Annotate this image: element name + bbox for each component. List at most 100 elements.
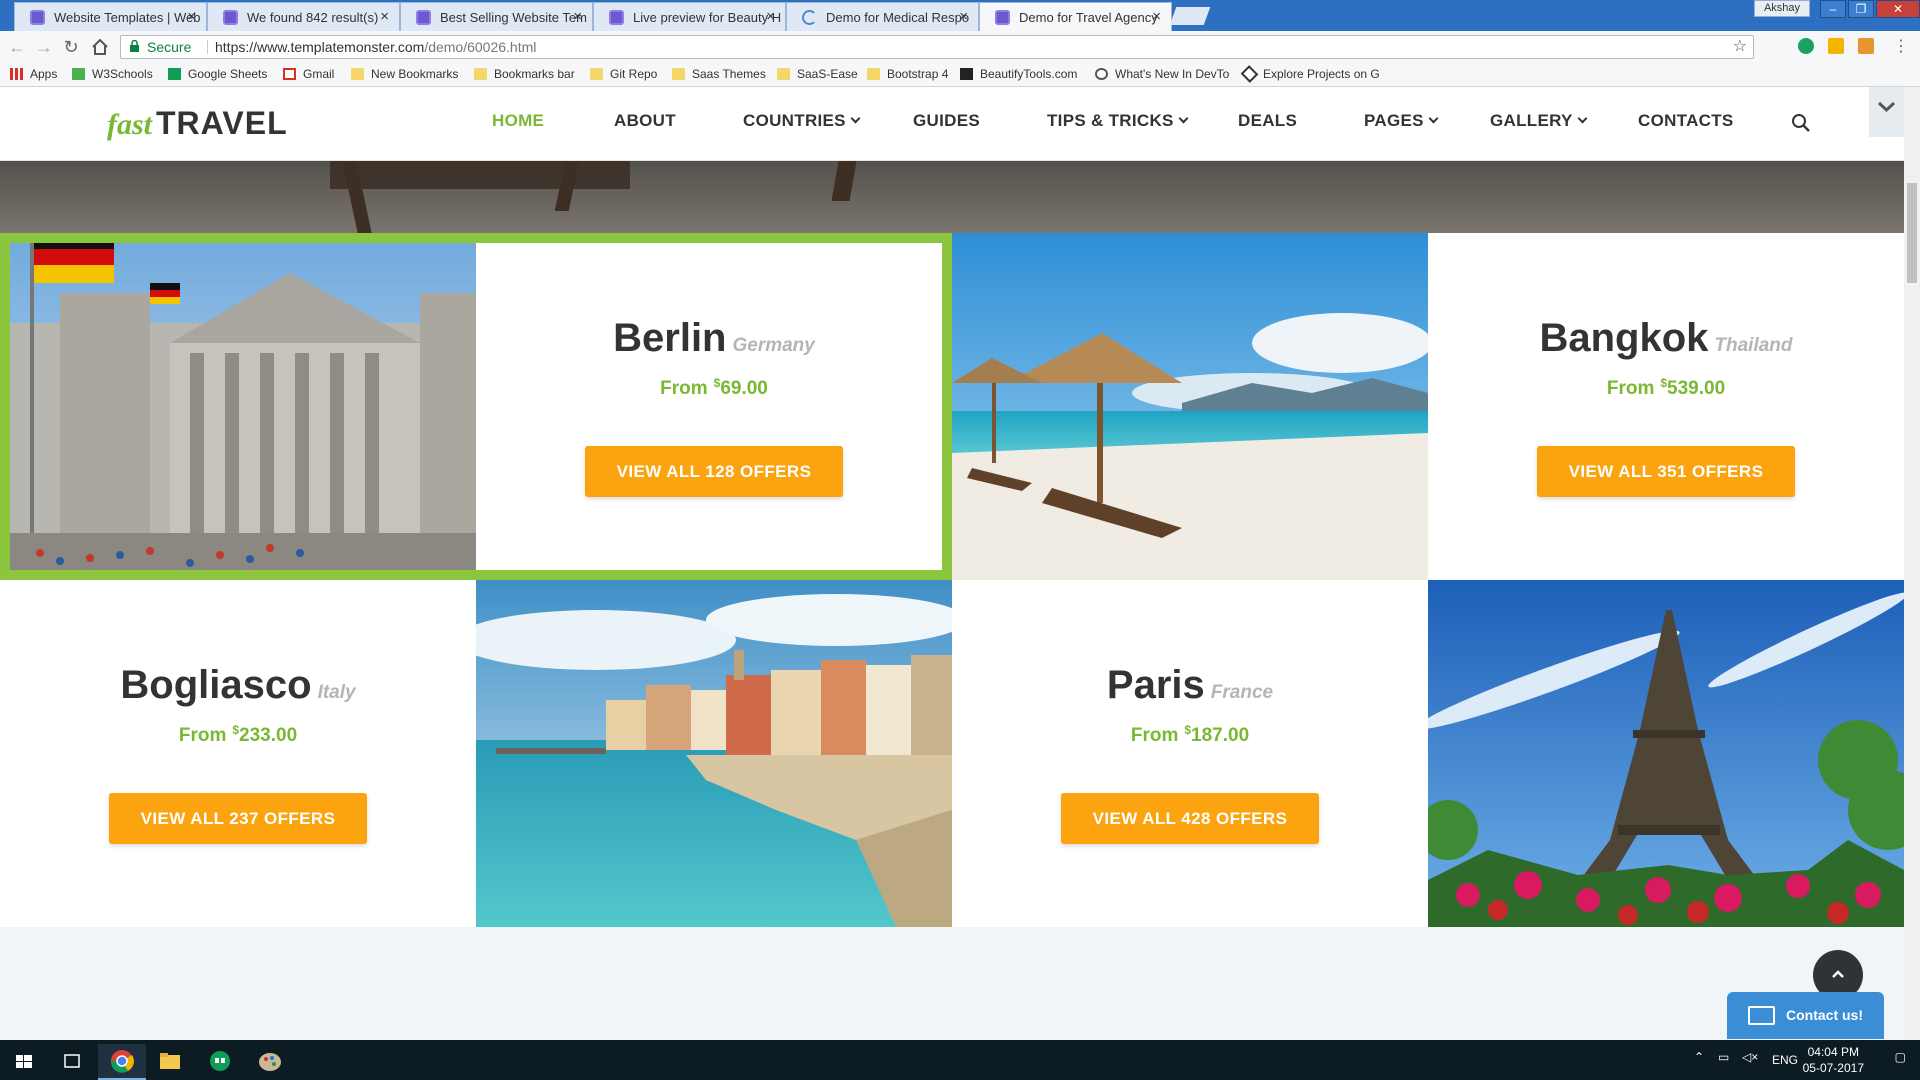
extension-star-icon[interactable] [1828, 38, 1844, 54]
volume-icon[interactable]: ◁× [1742, 1050, 1758, 1064]
windows-start-icon[interactable] [0, 1044, 48, 1080]
paint-app-icon[interactable] [246, 1044, 294, 1080]
clock[interactable]: 04:04 PM 05-07-2017 [1803, 1044, 1864, 1076]
beach-umbrellas-photo[interactable] [952, 233, 1428, 580]
task-view-icon[interactable] [48, 1044, 96, 1080]
nav-deals[interactable]: DEALS [1238, 111, 1297, 131]
network-icon[interactable]: ▭ [1718, 1050, 1729, 1064]
search-icon[interactable] [1790, 112, 1812, 134]
bookmark-codepen[interactable]: Explore Projects on G [1240, 65, 1380, 83]
city-name[interactable]: Bangkok [1539, 316, 1708, 360]
bookmark-folder[interactable]: Bootstrap 4 [867, 67, 948, 81]
close-tab-icon[interactable]: × [1152, 8, 1161, 25]
browser-tab[interactable]: Best Selling Website Tem × [400, 2, 593, 31]
bookmark-star-icon[interactable]: ☆ [1733, 36, 1747, 58]
extension-tool-icon[interactable] [1858, 38, 1874, 54]
bookmarks-bar: Apps W3Schools Google Sheets Gmail New B… [0, 62, 1920, 87]
destination-price: From $539.00 [1606, 376, 1726, 399]
folder-icon [351, 68, 364, 80]
destination-price: From $69.00 [660, 376, 768, 399]
bookmark-w3schools[interactable]: W3Schools [72, 67, 153, 81]
view-offers-button[interactable]: VIEW ALL 428 OFFERS [1061, 793, 1319, 844]
notifications-icon[interactable]: ▢ [1895, 1050, 1906, 1064]
bookmark-folder[interactable]: Bookmarks bar [474, 67, 575, 81]
chrome-taskbar-icon[interactable] [98, 1044, 146, 1080]
bookmark-folder[interactable]: Saas Themes [672, 67, 766, 81]
coastal-town-photo[interactable] [476, 580, 952, 927]
close-tab-icon[interactable]: × [766, 8, 775, 25]
hangouts-icon[interactable] [196, 1044, 244, 1080]
destination-card-berlin: Berlin Germany From $69.00 VIEW ALL 128 OF… [476, 233, 952, 580]
destinations-grid: Berlin Germany From $69.00 VIEW ALL 128 OF… [0, 233, 1904, 927]
new-tab-button[interactable] [1169, 7, 1211, 25]
hero-image-strip [0, 161, 1904, 233]
secure-label: Secure [147, 39, 192, 55]
url-text[interactable]: https://www.templatemonster.com/demo/600… [207, 36, 536, 58]
nav-about[interactable]: ABOUT [614, 111, 676, 131]
envelope-icon [1748, 1006, 1775, 1025]
bookmark-folder[interactable]: SaaS-Ease [777, 67, 858, 81]
browser-tab[interactable]: We found 842 result(s) × [207, 2, 400, 31]
reload-icon[interactable]: ↻ [60, 36, 82, 58]
bookmark-folder[interactable]: Git Repo [590, 67, 657, 81]
site-header: fast TRAVEL HOME ABOUT COUNTRIES GUIDES T… [0, 87, 1904, 161]
nav-contacts[interactable]: CONTACTS [1638, 111, 1734, 131]
reichstag-photo[interactable] [0, 233, 476, 580]
os-taskbar: ⌃ ▭ ◁× ENG 04:04 PM 05-07-2017 ▢ [0, 1040, 1920, 1080]
page-scrollbar[interactable] [1904, 87, 1920, 1039]
profile-button[interactable]: Akshay [1754, 0, 1810, 17]
language-indicator[interactable]: ENG [1772, 1053, 1798, 1067]
lock-icon [130, 40, 139, 52]
bookmark-google-sheets[interactable]: Google Sheets [168, 67, 267, 81]
nav-pages[interactable]: PAGES [1364, 111, 1439, 131]
address-bar[interactable]: Secure https://www.templatemonster.com/d… [120, 35, 1754, 59]
extension-green-icon[interactable] [1798, 38, 1814, 54]
contact-us-widget[interactable]: Contact us! [1727, 992, 1884, 1039]
view-offers-button[interactable]: VIEW ALL 128 OFFERS [585, 446, 843, 497]
file-explorer-icon[interactable] [146, 1044, 194, 1080]
nav-tips-tricks[interactable]: TIPS & TRICKS [1047, 111, 1189, 131]
nav-home[interactable]: HOME [492, 111, 544, 131]
bookmark-devtools[interactable]: What's New In DevTo [1095, 67, 1229, 81]
bookmark-apps[interactable]: Apps [10, 67, 57, 81]
close-tab-icon[interactable]: × [573, 8, 582, 25]
menu-dots-icon[interactable]: ⋮ [1890, 36, 1912, 58]
bookmark-gmail[interactable]: Gmail [283, 67, 334, 81]
view-offers-button[interactable]: VIEW ALL 351 OFFERS [1537, 446, 1795, 497]
country-name: Thailand [1714, 335, 1793, 356]
chevron-up-icon[interactable]: ⌃ [1694, 1050, 1704, 1064]
city-name[interactable]: Bogliasco [120, 663, 311, 707]
back-icon[interactable]: ← [6, 36, 28, 58]
bookmark-folder[interactable]: New Bookmarks [351, 67, 458, 81]
loading-spinner-icon [802, 10, 817, 25]
close-tab-icon[interactable]: × [187, 8, 196, 25]
site-favicon-icon [30, 10, 45, 25]
city-name[interactable]: Paris [1107, 663, 1205, 707]
site-logo[interactable]: fast TRAVEL [107, 105, 288, 142]
contact-us-label: Contact us! [1786, 1007, 1863, 1023]
scrollbar-thumb[interactable] [1907, 183, 1917, 283]
browser-tab[interactable]: Demo for Medical Respo × [786, 2, 979, 31]
devtools-icon [1095, 68, 1108, 80]
city-name[interactable]: Berlin [613, 316, 726, 360]
eiffel-tower-photo[interactable] [1428, 580, 1904, 927]
browser-tab[interactable]: Live preview for Beauty H × [593, 2, 786, 31]
close-tab-icon[interactable]: × [380, 8, 389, 25]
apps-grid-icon [10, 68, 23, 80]
nav-countries[interactable]: COUNTRIES [743, 111, 861, 131]
forward-icon[interactable]: → [33, 36, 55, 58]
close-window-icon[interactable]: ✕ [1876, 0, 1920, 18]
nav-gallery[interactable]: GALLERY [1490, 111, 1588, 131]
restore-icon[interactable]: ❐ [1848, 0, 1874, 18]
minimize-icon[interactable]: – [1820, 0, 1846, 18]
bookmark-beautifytools[interactable]: BeautifyTools.com [960, 67, 1077, 81]
destination-card-paris: Paris France From $187.00 VIEW ALL 428 OFF… [952, 580, 1428, 927]
close-tab-icon[interactable]: × [959, 8, 968, 25]
country-name: France [1210, 682, 1274, 703]
panel-toggle-button[interactable] [1869, 87, 1904, 137]
view-offers-button[interactable]: VIEW ALL 237 OFFERS [109, 793, 367, 844]
nav-guides[interactable]: GUIDES [913, 111, 980, 131]
home-icon[interactable] [89, 36, 111, 58]
browser-tab-active[interactable]: Demo for Travel Agency × [979, 2, 1172, 31]
browser-tab[interactable]: Website Templates | Web × [14, 2, 207, 31]
